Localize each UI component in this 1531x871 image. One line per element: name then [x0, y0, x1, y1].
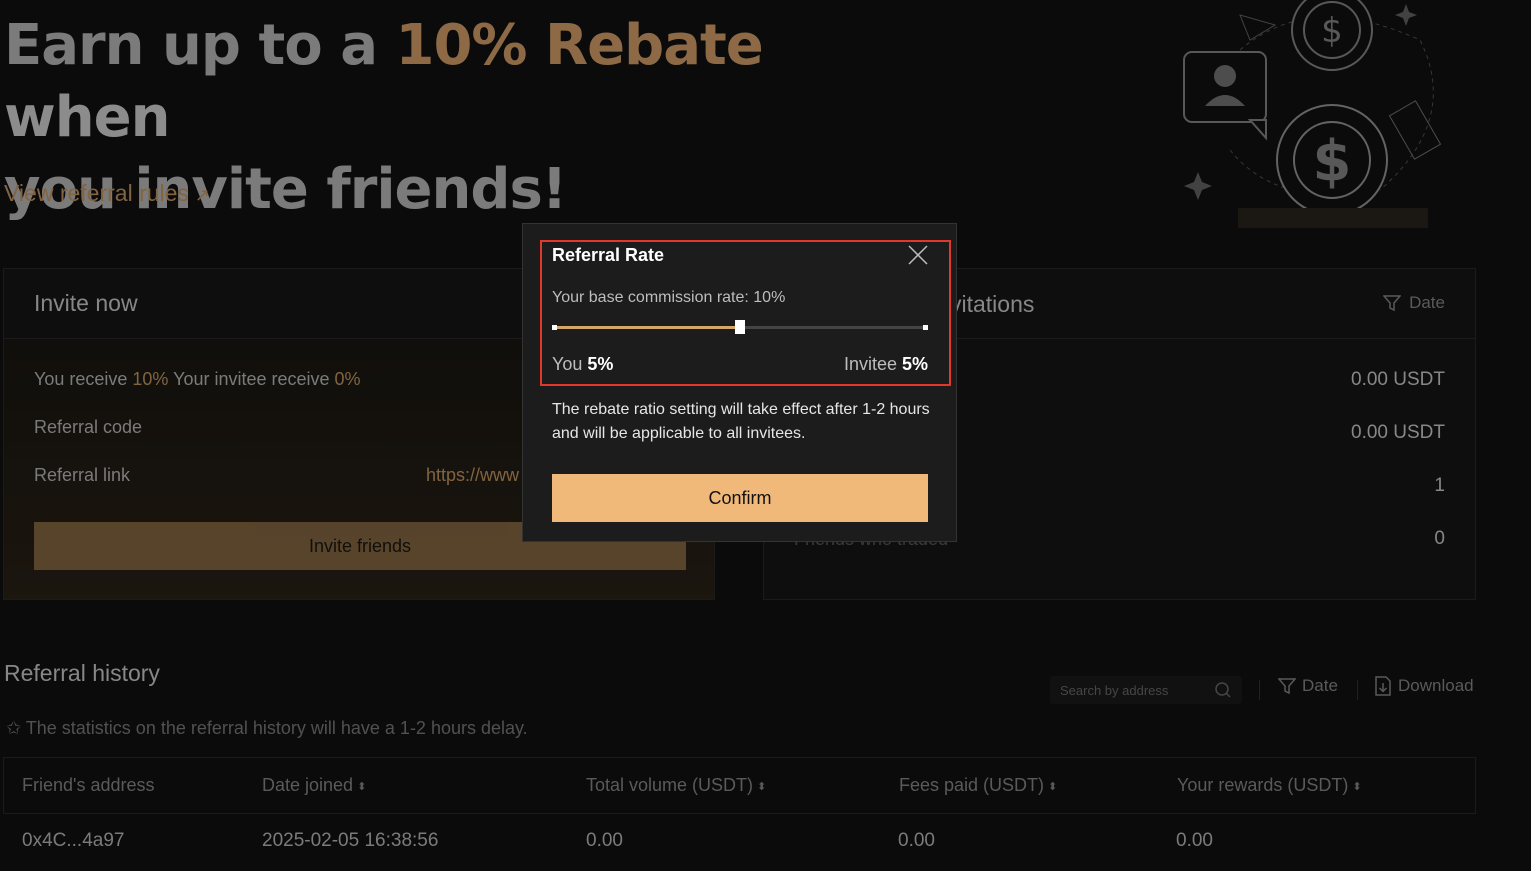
referral-rate-slider[interactable]	[552, 320, 928, 334]
invitee-share-label: Invitee	[843, 354, 902, 374]
close-icon[interactable]	[907, 244, 929, 266]
modal-title: Referral Rate	[552, 245, 665, 265]
modal-note: The rebate ratio setting will take effec…	[552, 401, 930, 442]
you-share: You 5%	[552, 354, 613, 375]
you-share-label: You	[552, 354, 588, 374]
invitee-share: Invitee 5%	[844, 354, 928, 375]
slider-thumb[interactable]	[735, 320, 745, 334]
referral-rate-modal: Referral Rate Your base commission rate:…	[522, 223, 957, 542]
slider-start-marker	[552, 325, 557, 330]
confirm-button[interactable]: Confirm	[552, 474, 928, 522]
invitee-share-value: 5%	[901, 354, 928, 374]
base-commission-rate: Your base commission rate: 10%	[552, 289, 786, 306]
slider-end-marker	[923, 325, 928, 330]
slider-fill	[552, 326, 740, 329]
you-share-value: 5%	[587, 354, 614, 374]
referral-page: Earn up to a 10% Rebate when you invite …	[0, 0, 1531, 871]
